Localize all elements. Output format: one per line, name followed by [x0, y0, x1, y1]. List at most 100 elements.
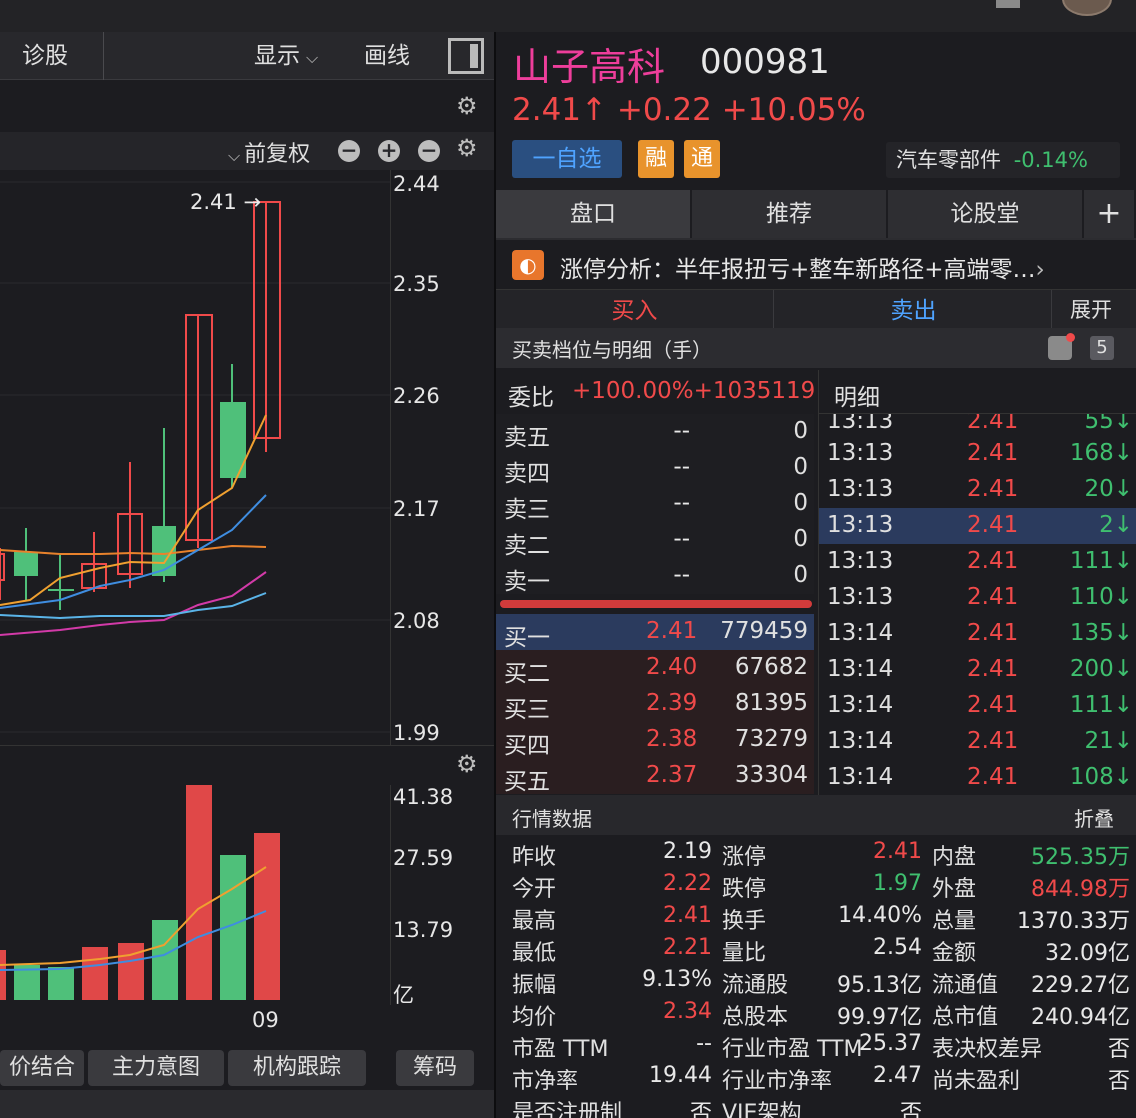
buy-row[interactable]: 买二 2.40 67682 — [496, 650, 814, 687]
kline-chart[interactable]: 2.41 → — [0, 170, 390, 745]
level-price: -- — [673, 454, 690, 480]
tick-detail[interactable]: 13:13 2.41 55↓ 13:13 2.41 168↓ 13:13 2.41 20↓ … — [818, 370, 1136, 795]
tab-price-combo[interactable]: 价结合 — [0, 1050, 84, 1086]
collapse-icon[interactable]: − — [418, 140, 440, 162]
volume-chart[interactable] — [0, 785, 390, 1000]
sell-row[interactable]: 卖四 -- 0 — [496, 450, 814, 487]
limit-analysis-text[interactable]: 涨停分析：半年报扭亏+整车新路径+高端零…› — [560, 250, 1120, 284]
volume-settings-icon[interactable]: ⚙ — [456, 750, 478, 778]
tab-recommend[interactable]: 推荐 — [692, 190, 888, 238]
kline-svg — [0, 181, 390, 733]
sell-button[interactable]: 卖出 — [776, 290, 1052, 328]
fold-button[interactable]: 折叠 — [1074, 803, 1114, 832]
connect-tag[interactable]: 通 — [684, 140, 720, 178]
quote-value: 2.47 — [873, 1063, 922, 1088]
tab-institution[interactable]: 机构跟踪 — [228, 1050, 366, 1086]
panel-toggle-icon[interactable] — [448, 38, 484, 74]
zoom-out-icon[interactable]: − — [338, 140, 360, 162]
tick-row: 13:14 2.41 21↓ — [819, 724, 1136, 760]
quote-value: 2.54 — [873, 935, 922, 960]
remove-watchlist-button[interactable]: 一自选 — [512, 140, 622, 178]
tick-volume: 108↓ — [1069, 764, 1133, 790]
chart-settings-icon[interactable]: ⚙ — [456, 134, 478, 162]
tab-order-book[interactable]: 盘口 — [496, 190, 692, 238]
diagnose-button[interactable]: 诊股 — [0, 32, 104, 80]
stock-price-change: 2.41↑ +0.22 +10.05% — [512, 92, 866, 128]
quote-value: 9.13% — [642, 967, 712, 992]
tab-chips[interactable]: 筹码 — [396, 1050, 474, 1086]
settings-gear-icon[interactable]: ⚙ — [456, 92, 478, 120]
level-label: 卖五 — [504, 425, 550, 451]
price-axis: 2.44 2.35 2.26 2.17 2.08 1.99 — [390, 170, 494, 745]
quote-value: 否 — [1107, 1069, 1130, 1094]
buy-row[interactable]: 买五 2.37 33304 — [496, 758, 814, 795]
expand-button[interactable]: 展开 — [1070, 294, 1112, 324]
sell-row[interactable]: 卖三 -- 0 — [496, 486, 814, 523]
quote-key: 流通值 — [932, 973, 999, 998]
display-dropdown[interactable]: 显示 ⌵ — [254, 32, 318, 80]
buy-row[interactable]: 买一 2.41 779459 — [496, 614, 814, 651]
quote-key: 总市值 — [932, 1005, 999, 1030]
level-label: 卖三 — [504, 497, 550, 523]
draw-line-button[interactable]: 画线 — [364, 32, 410, 80]
margin-tag[interactable]: 融 — [638, 140, 674, 178]
level-badge[interactable]: 5 — [1090, 336, 1114, 360]
quote-title: 行情数据 — [512, 807, 592, 831]
level-price: 2.40 — [646, 654, 698, 680]
candle — [14, 528, 38, 600]
gold-icon[interactable] — [1048, 333, 1075, 360]
quote-cell: 是否注册制 否 — [512, 1095, 712, 1118]
avatar[interactable] — [1062, 0, 1112, 16]
tab-main-intent[interactable]: 主力意图 — [88, 1050, 224, 1086]
tick-row: 13:13 2.41 110↓ — [819, 580, 1136, 616]
level-price: 2.41 — [646, 618, 698, 644]
quote-value: 否 — [899, 1101, 922, 1118]
adjust-dropdown[interactable]: ⌵ 前复权 — [228, 136, 310, 168]
tick-time: 13:13 — [827, 584, 894, 610]
tick-row: 13:14 2.41 108↓ — [819, 760, 1136, 795]
price-tick: 2.26 — [393, 384, 440, 408]
zoom-in-icon[interactable]: + — [378, 140, 400, 162]
quote-key: 振幅 — [512, 973, 557, 998]
quote-cell: 换手 14.40% — [722, 903, 922, 935]
tick-price: 2.41 — [967, 728, 1019, 754]
buy-row[interactable]: 买三 2.39 81395 — [496, 686, 814, 723]
quote-key: 内盘 — [932, 845, 977, 870]
sell-row[interactable]: 卖二 -- 0 — [496, 522, 814, 559]
quote-value: 95.13亿 — [837, 973, 922, 998]
draw-line-label: 画线 — [364, 43, 410, 69]
quote-cell: 均价 2.34 — [512, 999, 712, 1031]
level-qty: 67682 — [734, 654, 808, 680]
tab-label: 论股堂 — [950, 201, 1020, 227]
chevron-down-icon: ⌵ — [306, 48, 319, 67]
tick-time: 13:14 — [827, 692, 894, 718]
tick-time: 13:13 — [827, 440, 894, 466]
quote-grid: 昨收 2.19 涨停 2.41 内盘 525.35万 今开 2.22 跌停 1.97 外盘 844.9… — [496, 835, 1136, 1118]
tick-price: 2.41 — [967, 656, 1019, 682]
marker-value: 2.41 — [190, 190, 237, 214]
buy-row[interactable]: 买四 2.38 73279 — [496, 722, 814, 759]
sell-row[interactable]: 卖一 -- 0 — [496, 558, 814, 595]
ratio-label: 委比 — [508, 385, 554, 411]
sell-label: 卖出 — [890, 298, 937, 324]
tick-volume: 21↓ — [1084, 728, 1133, 754]
tab-forum[interactable]: 论股堂 — [888, 190, 1084, 238]
level-qty: 33304 — [734, 762, 808, 788]
display-label: 显示 — [254, 43, 300, 69]
add-tab-button[interactable]: + — [1084, 190, 1136, 238]
quote-value: 1370.33万 — [1017, 909, 1130, 934]
buy-button[interactable]: 买入 — [496, 290, 774, 328]
candle — [117, 462, 143, 588]
level-qty: 81395 — [734, 690, 808, 716]
tab-label: 筹码 — [412, 1055, 457, 1080]
tick-volume: 135↓ — [1069, 620, 1133, 646]
quote-key: 流通股 — [722, 973, 789, 998]
quote-cell: 涨停 2.41 — [722, 839, 922, 871]
tick-title: 明细 — [834, 385, 880, 411]
sector-badge[interactable]: 汽车零部件 -0.14% — [886, 142, 1120, 178]
right-tabs: 盘口 推荐 论股堂 + — [496, 190, 1136, 240]
window-control-icon[interactable] — [996, 0, 1020, 8]
quote-cell: 市净率 19.44 — [512, 1063, 712, 1095]
sell-row[interactable]: 卖五 -- 0 — [496, 414, 814, 451]
candle — [0, 548, 5, 600]
